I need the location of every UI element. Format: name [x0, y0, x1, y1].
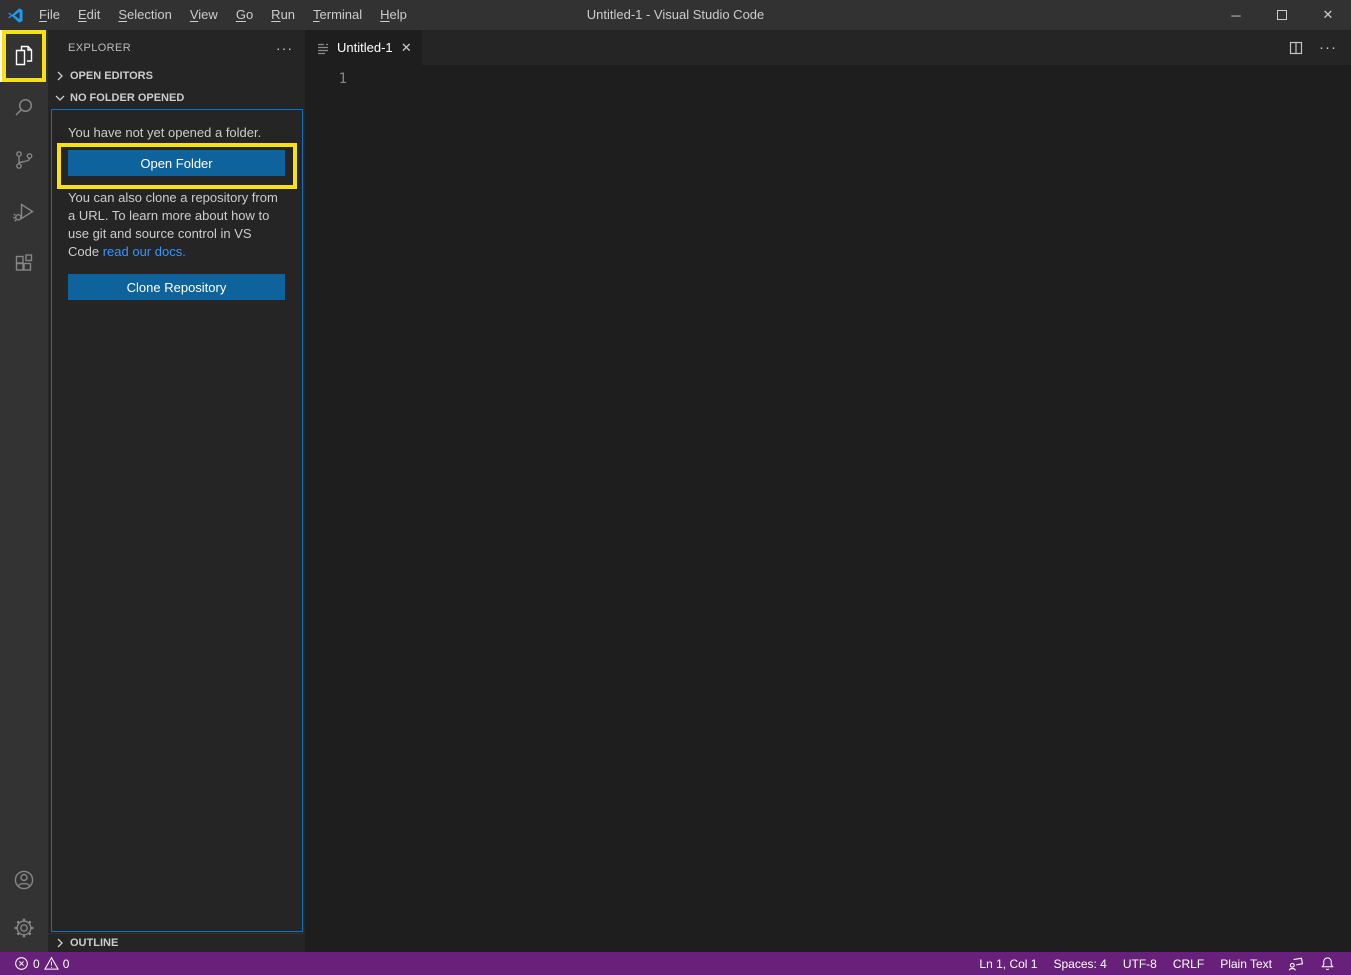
warning-icon: [43, 956, 59, 971]
feedback-icon: [1288, 956, 1304, 972]
chevron-right-icon: [52, 68, 68, 84]
no-folder-message: You have not yet opened a folder.: [68, 125, 262, 140]
outline-section-header[interactable]: OUTLINE: [48, 933, 305, 952]
plain-text-file-icon: [315, 40, 331, 56]
no-folder-label: NO FOLDER OPENED: [70, 92, 185, 104]
maximize-icon: [1277, 10, 1287, 20]
accounts-button[interactable]: [0, 856, 48, 904]
sidebar-more-actions-button[interactable]: ···: [276, 41, 293, 55]
no-folder-section-header[interactable]: NO FOLDER OPENED: [48, 87, 305, 109]
warning-count: 0: [62, 956, 70, 971]
files-icon: [12, 44, 36, 68]
problems-status-item[interactable]: 0 0: [10, 952, 73, 975]
menu-view[interactable]: View: [181, 0, 227, 30]
menu-edit[interactable]: Edit: [69, 0, 109, 30]
window-title: Untitled-1 - Visual Studio Code: [586, 7, 765, 22]
notifications-button[interactable]: [1316, 952, 1339, 975]
indentation-status[interactable]: Spaces: 4: [1049, 952, 1110, 975]
editor-more-actions-button[interactable]: ···: [1317, 37, 1339, 59]
chevron-right-icon: [52, 935, 68, 951]
no-folder-pane: You have not yet opened a folder. Open F…: [51, 109, 303, 932]
minimize-icon: ─: [1231, 7, 1241, 23]
search-icon: [12, 96, 36, 120]
git-branch-icon: [12, 148, 36, 172]
maximize-button[interactable]: [1259, 0, 1305, 30]
gear-icon: [12, 916, 36, 940]
cursor-position-status[interactable]: Ln 1, Col 1: [975, 952, 1041, 975]
activity-search-button[interactable]: [0, 82, 48, 134]
line-number: 1: [338, 71, 347, 87]
activity-extensions-button[interactable]: [0, 238, 48, 290]
editor-content[interactable]: 1: [305, 65, 1351, 89]
activity-explorer-button[interactable]: [0, 30, 48, 82]
eol-status[interactable]: CRLF: [1169, 952, 1208, 975]
activity-run-debug-button[interactable]: [0, 186, 48, 238]
editor-area: Untitled-1 ✕ ··· 1: [305, 30, 1351, 952]
encoding-status[interactable]: UTF-8: [1119, 952, 1161, 975]
read-docs-link[interactable]: read our docs.: [103, 244, 186, 259]
error-count: 0: [33, 956, 40, 971]
tab-label: Untitled-1: [337, 40, 393, 55]
open-editors-label: OPEN EDITORS: [70, 70, 153, 82]
close-window-button[interactable]: ✕: [1305, 0, 1351, 30]
sidebar-title: EXPLORER: [68, 41, 132, 54]
account-icon: [12, 868, 36, 892]
minimize-button[interactable]: ─: [1213, 0, 1259, 30]
chevron-down-icon: [52, 90, 68, 106]
close-icon: ✕: [1322, 7, 1334, 22]
tab-bar: Untitled-1 ✕ ···: [305, 30, 1351, 65]
bell-icon: [1320, 956, 1335, 971]
explorer-sidebar: EXPLORER ··· OPEN EDITORS NO FOLDER OPEN…: [48, 30, 305, 952]
settings-gear-button[interactable]: [0, 904, 48, 952]
menu-run[interactable]: Run: [262, 0, 304, 30]
run-debug-icon: [12, 200, 36, 224]
language-mode-status[interactable]: Plain Text: [1216, 952, 1276, 975]
split-editor-button[interactable]: [1285, 37, 1307, 59]
clone-repository-button[interactable]: Clone Repository: [68, 274, 285, 300]
tab-untitled-1[interactable]: Untitled-1 ✕: [305, 30, 422, 65]
feedback-button[interactable]: [1284, 952, 1308, 975]
vscode-logo-icon: [0, 7, 30, 24]
activity-source-control-button[interactable]: [0, 134, 48, 186]
menu-help[interactable]: Help: [371, 0, 416, 30]
extensions-icon: [12, 252, 36, 276]
activity-bar: [0, 30, 48, 952]
open-folder-button[interactable]: Open Folder: [68, 150, 285, 176]
title-bar: File Edit Selection View Go Run Terminal…: [0, 0, 1351, 30]
menu-selection[interactable]: Selection: [109, 0, 180, 30]
outline-label: OUTLINE: [70, 937, 119, 949]
menu-terminal[interactable]: Terminal: [304, 0, 371, 30]
menu-file[interactable]: File: [30, 0, 69, 30]
error-icon: [14, 956, 29, 971]
status-bar: 0 0 Ln 1, Col 1 Spaces: 4 UTF-8 CRLF Pla…: [0, 952, 1351, 975]
open-editors-section-header[interactable]: OPEN EDITORS: [48, 65, 305, 87]
menu-go[interactable]: Go: [227, 0, 262, 30]
tab-close-button[interactable]: ✕: [399, 39, 414, 57]
